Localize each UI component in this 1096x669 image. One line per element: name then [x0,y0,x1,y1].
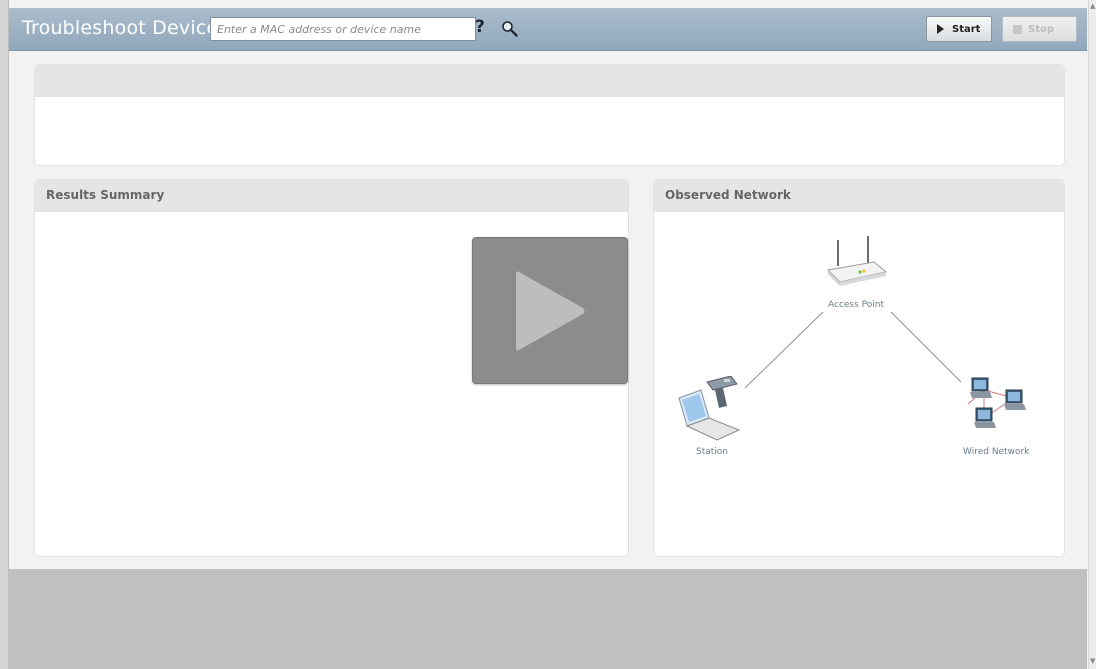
app-window: ▲ ▼ Troubleshoot Device: ? Start Stop Re… [0,0,1096,669]
video-play-overlay[interactable] [472,237,628,384]
wired-network-icon[interactable] [962,374,1036,444]
status-panel-header [35,65,1064,97]
status-panel [34,64,1065,166]
stop-button[interactable]: Stop [1002,16,1077,42]
play-icon[interactable] [473,238,627,383]
access-point-icon[interactable] [824,234,890,294]
device-search-input[interactable] [210,17,476,41]
scroll-up-icon[interactable]: ▲ [1090,2,1095,10]
access-point-label: Access Point [828,300,885,310]
left-frame-edge [0,0,9,669]
scrollbar[interactable]: ▲ ▼ [1088,0,1096,669]
results-summary-title: Results Summary [35,180,628,212]
start-button-label: Start [952,23,981,35]
search-icon[interactable] [500,19,520,39]
help-icon[interactable]: ? [475,17,485,37]
scroll-down-icon[interactable]: ▼ [1090,657,1095,665]
toolbar: Troubleshoot Device: ? Start Stop [9,8,1087,51]
station-label: Station [696,447,728,457]
play-icon [937,24,944,34]
laptop-icon[interactable] [677,376,745,444]
observed-network-title: Observed Network [654,180,1064,212]
wired-network-label: Wired Network [963,447,1030,457]
ap-wired-link [890,311,962,383]
ap-station-link [744,311,824,389]
page-title: Troubleshoot Device: [22,17,225,39]
start-button[interactable]: Start [926,16,992,42]
footer-bar [9,569,1087,669]
stop-button-label: Stop [1028,23,1055,35]
stop-icon [1013,24,1022,34]
